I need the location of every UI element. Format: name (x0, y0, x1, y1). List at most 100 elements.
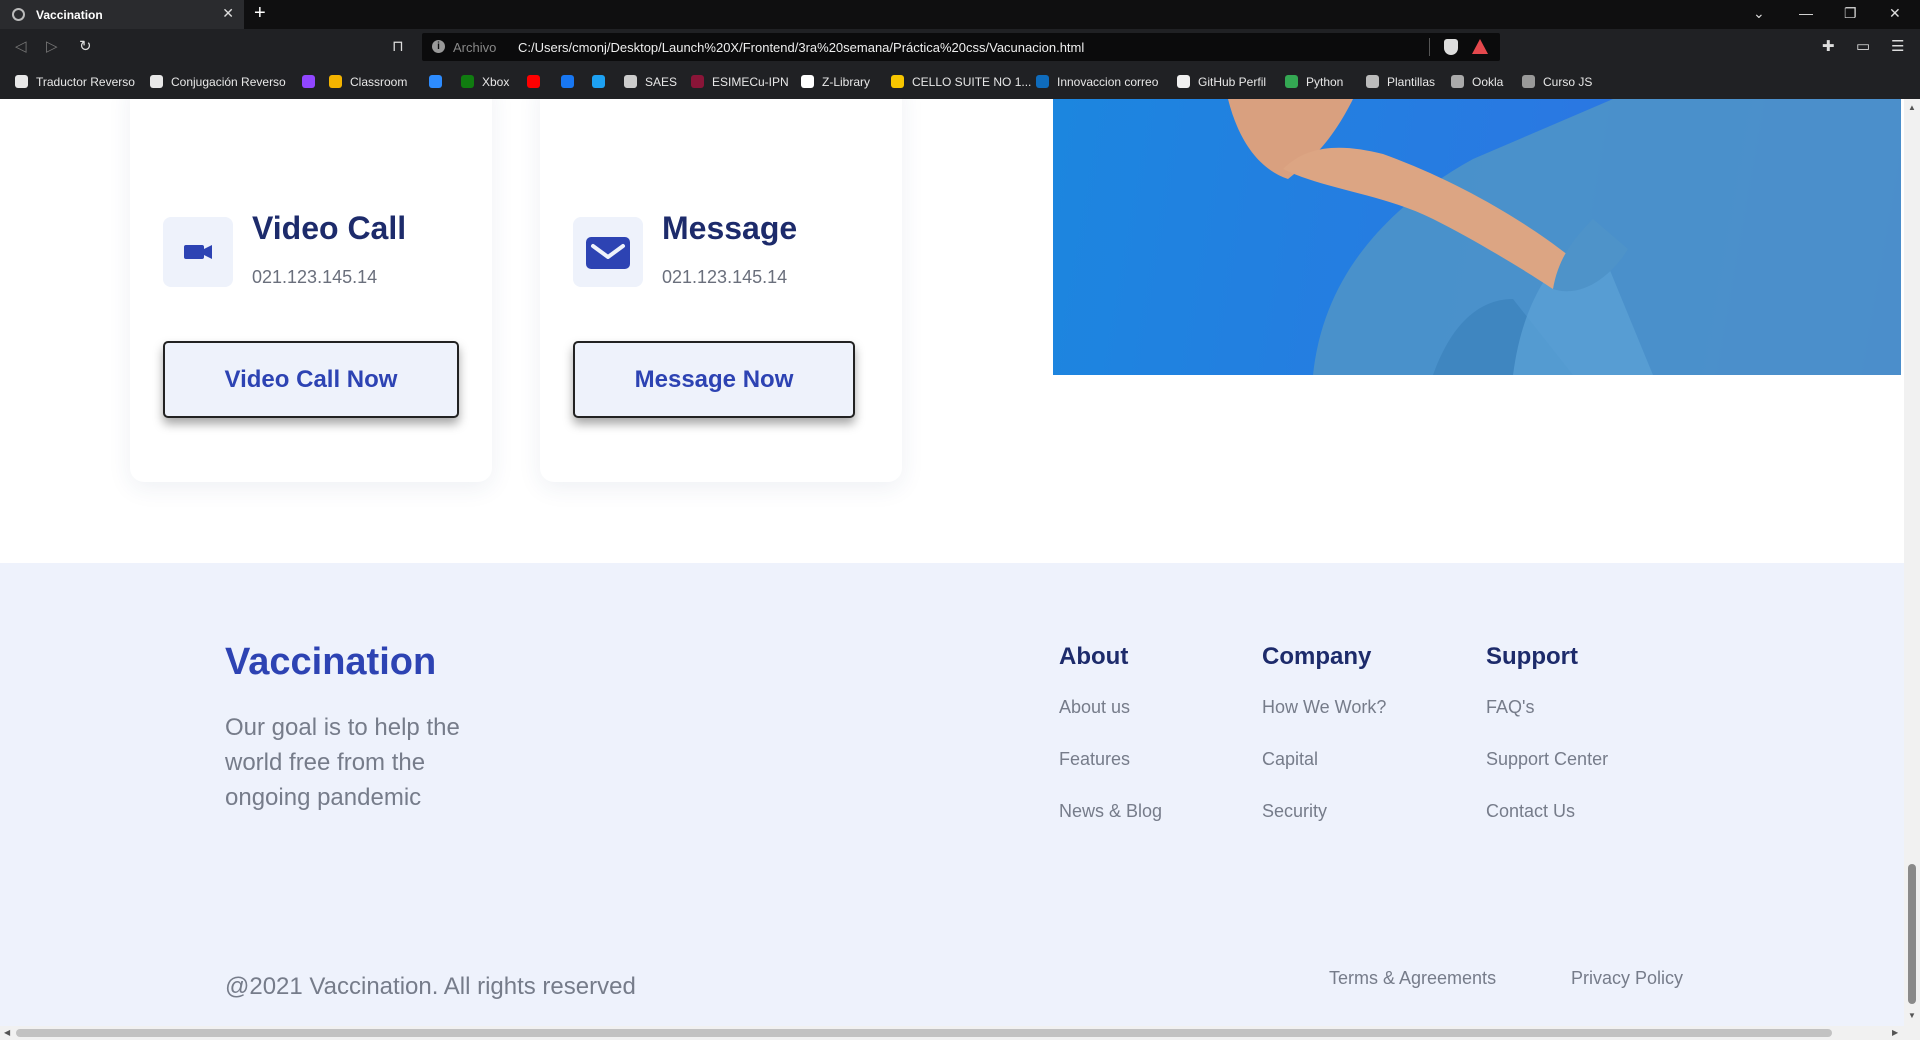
brave-shield-icon[interactable] (1444, 39, 1458, 55)
bookmark-item[interactable]: SAES (624, 75, 677, 89)
bookmark-label: Classroom (350, 75, 408, 89)
bookmark-item[interactable] (592, 75, 613, 89)
scroll-right-icon[interactable]: ▶ (1892, 1028, 1898, 1037)
reload-icon[interactable]: ↻ (79, 37, 92, 55)
footer-column-support: Support FAQ's Support Center Contact Us (1486, 643, 1608, 853)
video-call-now-button[interactable]: Video Call Now (163, 341, 459, 418)
footer-link-contact-us[interactable]: Contact Us (1486, 801, 1608, 822)
bookmark-item[interactable] (527, 75, 548, 89)
bookmark-label: Conjugación Reverso (171, 75, 286, 89)
tab-vaccination[interactable]: Vaccination ✕ (0, 0, 244, 29)
url-text[interactable]: C:/Users/cmonj/Desktop/Launch%20X/Fronte… (518, 40, 1084, 55)
bookmark-favicon-icon (1522, 75, 1535, 88)
bookmark-item[interactable]: Plantillas (1366, 75, 1435, 89)
wallet-icon[interactable]: ▭ (1856, 37, 1870, 55)
scroll-left-icon[interactable]: ◀ (4, 1028, 10, 1037)
new-tab-button[interactable]: + (254, 2, 266, 25)
message-card: Message 021.123.145.14 Message Now (540, 99, 902, 482)
bookmark-label: Python (1306, 75, 1344, 89)
close-tab-icon[interactable]: ✕ (222, 5, 234, 22)
column-heading: About (1059, 643, 1129, 670)
bookmark-favicon-icon (561, 75, 574, 88)
bookmark-favicon-icon (1285, 75, 1298, 88)
bookmark-item[interactable]: CELLO SUITE NO 1... (891, 75, 1031, 89)
card-title: Video Call (252, 210, 407, 246)
horizontal-scrollbar[interactable]: ◀ ▶ (0, 1026, 1904, 1040)
bookmark-item[interactable] (429, 75, 450, 89)
footer: Vaccination Our goal is to help the worl… (0, 563, 1904, 1026)
bookmark-item[interactable]: Innovaccion correo (1036, 75, 1158, 89)
privacy-link[interactable]: Privacy Policy (1571, 968, 1683, 989)
toolbar: ◁ ▷ ↻ ⊓ i Archivo C:/Users/cmonj/Desktop… (0, 29, 1920, 66)
minimize-icon[interactable]: — (1799, 5, 1813, 21)
scroll-down-icon[interactable]: ▼ (1908, 1011, 1916, 1020)
address-bar[interactable]: i Archivo C:/Users/cmonj/Desktop/Launch%… (422, 33, 1500, 61)
terms-link[interactable]: Terms & Agreements (1329, 968, 1496, 989)
bookmark-label: ESIMECu-IPN (712, 75, 789, 89)
info-icon[interactable]: i (432, 40, 445, 53)
footer-link-security[interactable]: Security (1262, 801, 1386, 822)
bookmark-favicon-icon (15, 75, 28, 88)
video-call-card: Video Call 021.123.145.14 Video Call Now (130, 99, 492, 482)
bookmark-item[interactable]: Traductor Reverso (15, 75, 135, 89)
bookmark-label: Innovaccion correo (1057, 75, 1159, 89)
footer-link-how-we-work[interactable]: How We Work? (1262, 697, 1386, 718)
footer-column-about: About About us Features News & Blog (1059, 643, 1162, 853)
bookmark-favicon-icon (592, 75, 605, 88)
vertical-scroll-thumb[interactable] (1908, 864, 1916, 1004)
close-window-icon[interactable]: ✕ (1889, 5, 1901, 22)
bookmark-item[interactable]: Python (1285, 75, 1343, 89)
tab-search-icon[interactable]: ⌄ (1753, 5, 1765, 22)
video-call-icon-box (163, 217, 233, 287)
extensions-icon[interactable]: ✚ (1822, 37, 1835, 55)
bookmark-favicon-icon (1451, 75, 1464, 88)
footer-link-about-us[interactable]: About us (1059, 697, 1162, 718)
footer-link-features[interactable]: Features (1059, 749, 1162, 770)
footer-link-news-blog[interactable]: News & Blog (1059, 801, 1162, 822)
bookmark-favicon-icon (150, 75, 163, 88)
footer-column-company: Company How We Work? Capital Security (1262, 643, 1386, 853)
bookmark-favicon-icon (1366, 75, 1379, 88)
menu-icon[interactable]: ☰ (1891, 37, 1904, 55)
column-heading: Company (1262, 643, 1372, 670)
forward-icon[interactable]: ▷ (46, 37, 58, 55)
omnibox-divider (1429, 38, 1430, 56)
bookmark-item[interactable]: Classroom (329, 75, 407, 89)
bookmark-favicon-icon (429, 75, 442, 88)
bookmark-item[interactable]: Ookla (1451, 75, 1503, 89)
bookmark-label: CELLO SUITE NO 1... (912, 75, 1032, 89)
scroll-up-icon[interactable]: ▲ (1908, 103, 1916, 112)
bookmark-label: Ookla (1472, 75, 1504, 89)
bookmark-label: GitHub Perfil (1198, 75, 1267, 89)
bookmark-favicon-icon (891, 75, 904, 88)
horizontal-scroll-thumb[interactable] (16, 1029, 1832, 1037)
footer-link-faqs[interactable]: FAQ's (1486, 697, 1608, 718)
bookmark-item[interactable]: Conjugación Reverso (150, 75, 286, 89)
bookmark-icon[interactable]: ⊓ (392, 37, 404, 55)
footer-link-support-center[interactable]: Support Center (1486, 749, 1608, 770)
card-phone: 021.123.145.14 (252, 267, 378, 287)
bookmark-label: Z-Library (822, 75, 871, 89)
bookmark-favicon-icon (329, 75, 342, 88)
footer-tagline: Our goal is to help the world free from … (225, 714, 460, 811)
bookmark-item[interactable]: ESIMECu-IPN (691, 75, 789, 89)
vertical-scrollbar[interactable]: ▲ ▼ (1904, 99, 1920, 1026)
bookmark-item[interactable]: Curso JS (1522, 75, 1592, 89)
bookmark-item[interactable]: Z-Library (801, 75, 870, 89)
restore-icon[interactable]: ❐ (1844, 5, 1857, 22)
tab-title: Vaccination (36, 8, 103, 22)
back-icon[interactable]: ◁ (15, 37, 27, 55)
scroll-corner (1904, 1026, 1920, 1040)
nurse-photo (1053, 99, 1901, 375)
footer-link-capital[interactable]: Capital (1262, 749, 1386, 770)
bookmark-item[interactable] (561, 75, 582, 89)
bookmark-favicon-icon (1036, 75, 1049, 88)
bookmark-item[interactable] (302, 75, 323, 89)
bookmark-favicon-icon (302, 75, 315, 88)
bookmark-item[interactable]: GitHub Perfil (1177, 75, 1266, 89)
message-now-button[interactable]: Message Now (573, 341, 855, 418)
bookmark-item[interactable]: Xbox (461, 75, 509, 89)
bookmarks-bar: Traductor Reverso Conjugación Reverso Clas… (0, 66, 1920, 99)
card-title: Message (662, 210, 798, 246)
brave-rewards-icon[interactable] (1472, 39, 1488, 54)
